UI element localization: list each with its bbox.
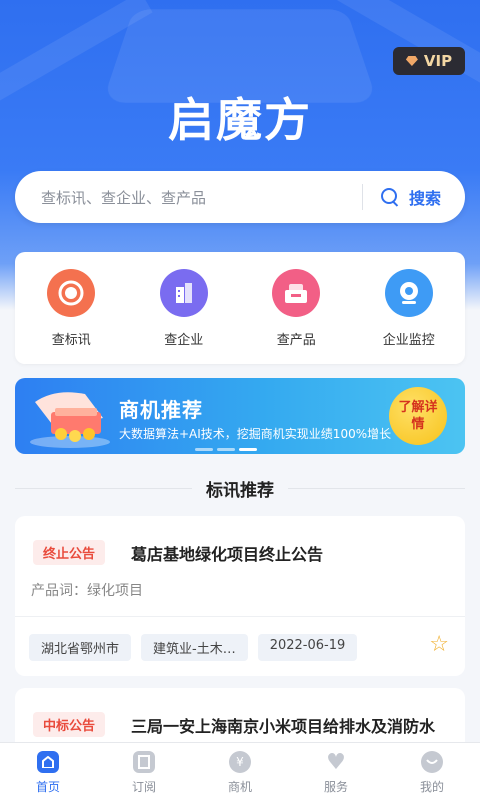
- tab-subscribe[interactable]: 订阅: [96, 743, 192, 800]
- profile-icon: [421, 751, 443, 773]
- section-title: 标讯推荐: [206, 480, 274, 501]
- product-icon: [272, 269, 321, 317]
- star-icon[interactable]: ☆: [429, 632, 449, 657]
- carousel-dot: [195, 448, 213, 451]
- search-input[interactable]: 查标讯、查企业、查产品: [15, 187, 362, 208]
- tab-opportunities[interactable]: ¥ 商机: [192, 743, 288, 800]
- divider: [288, 487, 465, 489]
- notice-title: 三局一安上海南京小米项目给排水及消防水: [131, 717, 436, 736]
- quick-action-products[interactable]: 查产品: [246, 269, 346, 364]
- notice-product: 产品词：绿化项目: [31, 583, 143, 599]
- tab-label: 我的: [419, 780, 444, 794]
- app-title: 启魔方: [168, 93, 312, 147]
- search-icon: [380, 188, 399, 206]
- notice-card[interactable]: 终止公告 葛店基地绿化项目终止公告 产品词：绿化项目 湖北省鄂州市 建筑业-土木…: [15, 516, 465, 676]
- quick-actions: 查标讯 查企业 查产品 企业监控: [15, 252, 465, 364]
- region-chip: 湖北省鄂州市: [29, 634, 132, 661]
- quick-action-bids[interactable]: 查标讯: [21, 269, 121, 364]
- quick-action-label: 查标讯: [51, 333, 91, 348]
- search-button[interactable]: 搜索: [363, 185, 465, 209]
- notice-chips: 湖北省鄂州市 建筑业-土木… 2022-06-19: [29, 634, 358, 661]
- banner-subtitle: 大数据算法+AI技术，挖掘商机实现业绩100%增长: [119, 427, 392, 441]
- subscribe-icon: [133, 751, 155, 773]
- yuan-icon: ¥: [229, 751, 251, 773]
- search-button-label: 搜索: [408, 189, 441, 208]
- carousel-dot-active: [239, 448, 257, 451]
- home-icon: [37, 751, 59, 773]
- vip-button[interactable]: VIP: [393, 47, 465, 75]
- quick-action-companies[interactable]: 查企业: [134, 269, 234, 364]
- tab-services[interactable]: ♥ 服务: [288, 743, 384, 800]
- vip-label: VIP: [423, 52, 453, 70]
- section-header: 标讯推荐: [15, 476, 465, 501]
- divider: [15, 616, 465, 617]
- industry-chip: 建筑业-土木…: [141, 634, 248, 661]
- promo-banner[interactable]: 商机推荐 大数据算法+AI技术，挖掘商机实现业绩100%增长 了解详情: [15, 378, 465, 454]
- notice-tag: 中标公告: [33, 712, 106, 737]
- banner-title: 商机推荐: [119, 398, 203, 422]
- diamond-icon: [405, 56, 418, 66]
- tab-label: 商机: [227, 780, 252, 794]
- tab-label: 服务: [323, 780, 348, 794]
- bottom-tab-bar: 首页 订阅 ¥ 商机 ♥ 服务 我的: [0, 742, 480, 800]
- tab-label: 订阅: [131, 780, 156, 794]
- quick-action-label: 查产品: [276, 333, 316, 348]
- camera-icon: [384, 269, 433, 317]
- quick-action-label: 企业监控: [382, 333, 435, 348]
- notice-tag: 终止公告: [33, 540, 106, 565]
- tab-home[interactable]: 首页: [0, 743, 96, 800]
- heart-icon: ♥: [326, 749, 346, 775]
- notice-title: 葛店基地绿化项目终止公告: [131, 545, 324, 564]
- divider: [15, 487, 192, 489]
- target-icon: [47, 269, 96, 317]
- coin-chest-illustration: [30, 392, 110, 448]
- search-bar[interactable]: 查标讯、查企业、查产品 搜索: [15, 171, 465, 223]
- carousel-indicator: [195, 448, 257, 451]
- carousel-dot: [217, 448, 235, 451]
- tab-profile[interactable]: 我的: [384, 743, 480, 800]
- learn-more-button[interactable]: 了解详情: [389, 387, 447, 445]
- building-icon: [159, 269, 208, 317]
- tab-label: 首页: [35, 780, 60, 794]
- quick-action-monitor[interactable]: 企业监控: [359, 269, 459, 364]
- date-chip: 2022-06-19: [257, 634, 358, 661]
- quick-action-label: 查企业: [164, 333, 204, 348]
